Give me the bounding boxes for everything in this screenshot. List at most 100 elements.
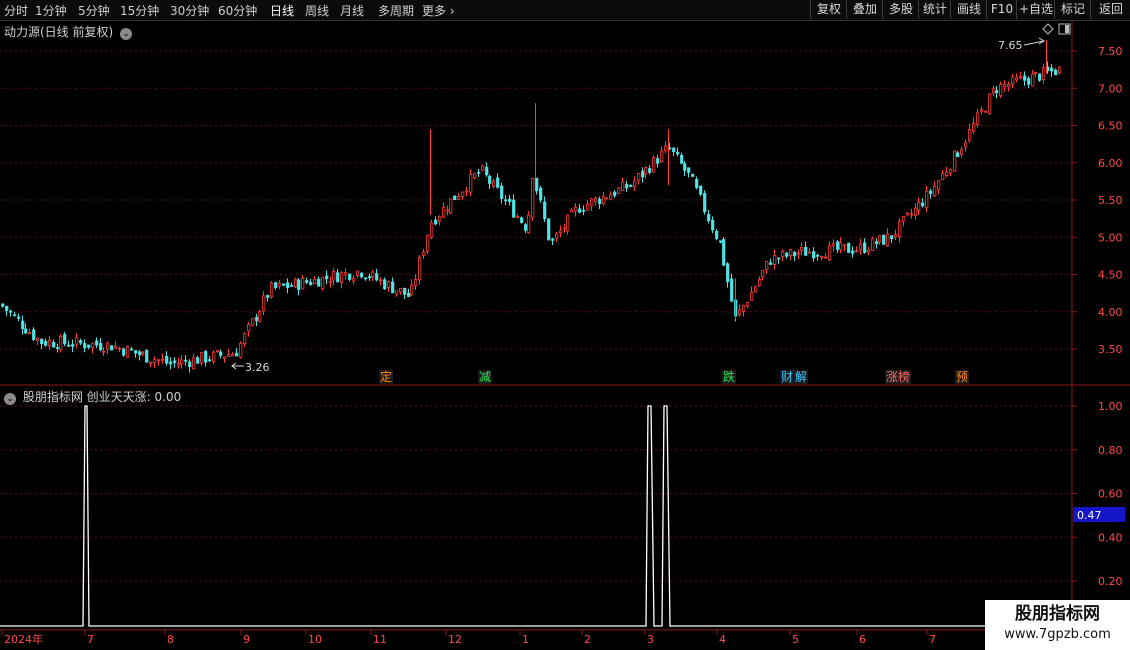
candle-body	[633, 180, 637, 188]
candle-body	[52, 341, 56, 348]
x-tick-label: 7	[929, 633, 936, 646]
candle-body	[13, 314, 17, 317]
candle-body	[247, 324, 251, 332]
indicator-polyline	[0, 405, 1072, 627]
candle-body	[984, 110, 988, 113]
candle-body	[707, 214, 711, 222]
candle-body	[531, 177, 535, 218]
candle-body	[17, 316, 21, 319]
candle-body	[847, 242, 851, 253]
candle-body	[157, 359, 161, 362]
candle-body	[325, 275, 329, 280]
candle-body	[270, 282, 274, 298]
high-label: 7.65	[998, 39, 1023, 52]
candle-body	[941, 173, 945, 181]
diamond-icon[interactable]	[1042, 23, 1054, 35]
indicator-tick-label: 0.40	[1098, 531, 1123, 544]
candle-body	[317, 278, 321, 287]
candle-body	[980, 109, 984, 112]
candle-body	[547, 218, 551, 241]
candle-body	[422, 251, 426, 256]
candle-body	[301, 278, 305, 290]
candle-body	[387, 281, 391, 288]
watermark-line2: www.7gpzb.com	[1004, 627, 1111, 642]
candle-body	[566, 214, 570, 232]
panel-toggle-icon[interactable]	[1058, 23, 1071, 35]
candle-body	[21, 320, 25, 330]
candle-body	[964, 142, 968, 148]
candle-body	[138, 351, 142, 356]
x-tick-label: 9	[243, 633, 250, 646]
candle-body	[59, 336, 63, 350]
candle-body	[999, 84, 1003, 97]
candle-body	[691, 173, 695, 177]
candle-body	[555, 233, 559, 239]
candle-body	[804, 246, 808, 256]
candle-body	[863, 242, 867, 253]
candle-body	[504, 199, 508, 202]
candle-body	[722, 239, 726, 266]
candle-body	[5, 305, 9, 311]
candle-body	[956, 152, 960, 158]
candle-body	[395, 290, 399, 295]
candle-body	[481, 165, 485, 171]
candle-body	[1023, 75, 1027, 81]
candle-body	[960, 149, 964, 155]
candle-body	[313, 278, 317, 284]
price-tick-label: 3.50	[1098, 343, 1123, 356]
price-tick-label: 7.00	[1098, 82, 1123, 95]
candle-body	[570, 209, 574, 213]
x-tick-label: 2	[584, 633, 591, 646]
candle-body	[699, 185, 703, 195]
candle-body	[598, 198, 602, 205]
x-axis-labels: 2024年 7 8 9 10 11 12 1 2 3 4 5 6 7	[1, 630, 936, 646]
candle-body	[364, 277, 368, 280]
candle-body	[609, 194, 613, 200]
price-tick-label: 7.50	[1098, 45, 1123, 58]
candle-body	[231, 354, 235, 357]
candle-body	[294, 278, 298, 288]
candle-body	[1031, 73, 1035, 87]
candle-body	[28, 332, 32, 335]
candle-body	[379, 279, 383, 282]
candle-body	[453, 195, 457, 201]
candle-body	[219, 351, 223, 356]
marker-label: 减	[479, 370, 491, 384]
kline-chart[interactable]: 7.50 7.00 6.50 6.00 5.50 5.00 4.50 4.00 3.50 1.00…	[0, 0, 1130, 650]
candle-body	[255, 316, 259, 321]
candle-body	[1011, 76, 1015, 85]
current-value-text: 0.47	[1077, 509, 1102, 522]
candle-body	[340, 272, 344, 284]
candle-body	[434, 219, 438, 225]
price-tick-label: 6.00	[1098, 157, 1123, 170]
candle-body	[426, 234, 430, 252]
candle-body	[516, 215, 520, 218]
candle-body	[438, 216, 442, 222]
candle-body	[917, 201, 921, 211]
candle-body	[87, 344, 91, 348]
candle-body	[551, 238, 555, 241]
candle-body	[24, 328, 28, 334]
candle-body	[375, 273, 379, 281]
event-markers: 定 减 跌 财解 涨榜 预	[379, 369, 969, 384]
candle-body	[843, 244, 847, 247]
candle-body	[578, 208, 582, 213]
candle-body	[192, 357, 196, 370]
candle-body	[243, 333, 247, 344]
price-tick-label: 4.00	[1098, 306, 1123, 319]
candle-body	[695, 178, 699, 188]
candle-body	[828, 244, 832, 261]
candle-body	[953, 150, 957, 172]
candle-body	[48, 340, 52, 347]
candle-body	[134, 350, 138, 354]
candle-body	[184, 359, 188, 362]
price-tick-label: 4.50	[1098, 269, 1123, 282]
candle-body	[664, 145, 668, 152]
candle-body	[629, 184, 633, 187]
candle-body	[605, 197, 609, 200]
marker-label: 涨榜	[886, 369, 910, 384]
y-axis-labels: 7.50 7.00 6.50 6.00 5.50 5.00 4.50 4.00 3.50 1.00…	[1072, 45, 1123, 588]
candle-body	[820, 256, 824, 258]
candle-body	[648, 168, 652, 173]
candle-body	[836, 241, 840, 250]
